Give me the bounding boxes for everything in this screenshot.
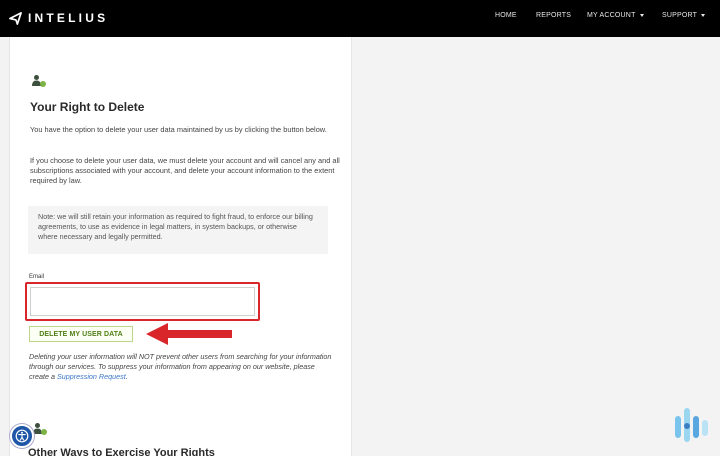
- red-arrow-icon: [146, 323, 232, 345]
- top-navbar: INTELIUS HOME REPORTS MY ACCOUNT SUPPORT: [0, 0, 720, 37]
- disclaimer-text: Deleting your user information will NOT …: [29, 352, 334, 383]
- accessibility-button[interactable]: [10, 424, 34, 448]
- nav-home[interactable]: HOME: [495, 12, 517, 19]
- delete-user-data-button[interactable]: DELETE MY USER DATA: [29, 326, 133, 342]
- consequence-text: If you choose to delete your user data, …: [30, 156, 340, 186]
- content-panel: Your Right to Delete You have the option…: [9, 37, 352, 456]
- nav-my-account-label: MY ACCOUNT: [587, 12, 636, 19]
- retention-note: Note: we will still retain your informat…: [28, 206, 328, 254]
- person-check-icon: [32, 75, 46, 87]
- email-field[interactable]: [30, 287, 255, 316]
- disclaimer-end: .: [125, 372, 128, 382]
- disclaimer-emphasis: NOT: [138, 352, 155, 361]
- email-highlight-box: [25, 282, 260, 321]
- chevron-down-icon: [639, 13, 644, 17]
- chevron-down-icon: [701, 13, 706, 17]
- nav-reports[interactable]: REPORTS: [536, 12, 571, 19]
- logo-mark-icon: [9, 11, 22, 25]
- nav-my-account[interactable]: MY ACCOUNT: [587, 12, 644, 19]
- intro-text: You have the option to delete your user …: [30, 125, 327, 134]
- person-check-icon: [33, 423, 47, 435]
- page-title: Your Right to Delete: [30, 100, 145, 114]
- section-heading: Other Ways to Exercise Your Rights: [28, 447, 215, 456]
- nav-support-label: SUPPORT: [662, 12, 698, 19]
- brand-watermark-icon: [675, 408, 708, 442]
- accessibility-icon: [15, 429, 29, 443]
- brand-name: INTELIUS: [28, 11, 109, 25]
- nav-support[interactable]: SUPPORT: [662, 12, 706, 19]
- disclaimer-part-1: Deleting your user information will: [29, 352, 139, 361]
- email-label: Email: [29, 274, 45, 280]
- brand-logo[interactable]: INTELIUS: [9, 9, 108, 27]
- suppression-request-link[interactable]: Suppression Request: [57, 372, 126, 381]
